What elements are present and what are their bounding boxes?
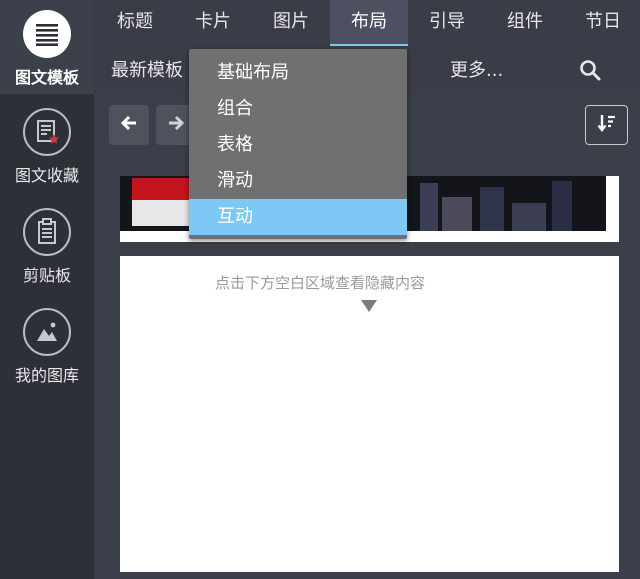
menu-item-slide[interactable]: 滑动 xyxy=(189,163,407,199)
menu-item-table[interactable]: 表格 xyxy=(189,127,407,163)
hidden-area-hint: 点击下方空白区域查看隐藏内容 xyxy=(214,274,425,292)
search-icon[interactable] xyxy=(578,58,602,82)
thumbnail-building xyxy=(512,203,546,231)
clipboard-icon xyxy=(23,208,71,256)
thumbnail-building xyxy=(480,187,504,231)
sidebar-item-label: 图文收藏 xyxy=(14,166,79,185)
tab-image[interactable]: 图片 xyxy=(252,0,330,46)
triangle-down-icon xyxy=(361,300,377,312)
thumbnail-building xyxy=(552,181,572,231)
favorite-doc-icon xyxy=(23,108,71,156)
tab-title[interactable]: 标题 xyxy=(96,0,174,46)
gallery-icon xyxy=(23,308,71,356)
tab-festival[interactable]: 节日 xyxy=(564,0,640,46)
tab-guide[interactable]: 引导 xyxy=(408,0,486,46)
sidebar-item-label: 图文模板 xyxy=(14,68,79,87)
text-lines-icon xyxy=(23,10,71,58)
latest-templates-link[interactable]: 最新模板 xyxy=(111,46,183,94)
menu-item-basic-layout[interactable]: 基础布局 xyxy=(189,55,407,91)
sidebar-item-label: 我的图库 xyxy=(14,366,79,385)
category-tabs: 标题 卡片 图片 布局 引导 组件 节日 xyxy=(94,0,640,46)
arrow-left-icon xyxy=(120,115,138,135)
sort-icon xyxy=(597,113,617,137)
more-link[interactable]: 更多... xyxy=(450,46,503,94)
back-button[interactable] xyxy=(109,105,149,145)
tab-component[interactable]: 组件 xyxy=(486,0,564,46)
tab-card[interactable]: 卡片 xyxy=(174,0,252,46)
thumbnail-building xyxy=(442,197,472,231)
thumbnail-building xyxy=(420,183,438,231)
sidebar-item-templates[interactable]: 图文模板 xyxy=(0,0,94,94)
layout-dropdown-menu: 基础布局 组合 表格 滑动 互动 xyxy=(189,49,407,239)
arrow-right-icon xyxy=(167,115,185,135)
sidebar-item-gallery[interactable]: 我的图库 xyxy=(0,308,94,386)
sidebar-item-favorites[interactable]: 图文收藏 xyxy=(0,108,94,186)
sort-button[interactable] xyxy=(585,105,628,145)
menu-item-combination[interactable]: 组合 xyxy=(189,91,407,127)
tab-layout[interactable]: 布局 xyxy=(330,0,408,46)
menu-item-interactive[interactable]: 互动 xyxy=(189,199,407,235)
